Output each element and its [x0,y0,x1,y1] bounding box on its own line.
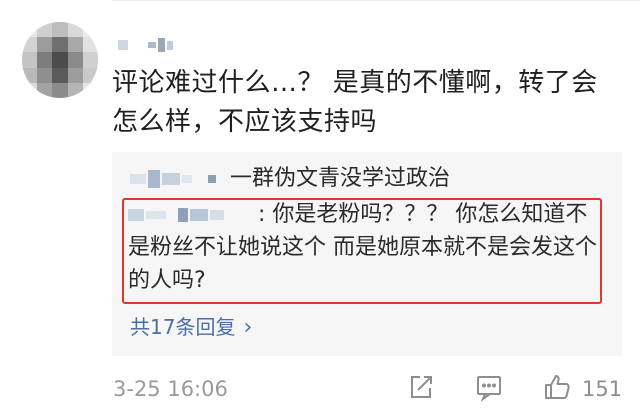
like-thumb-icon[interactable] [542,372,572,402]
chevron-right-icon: › [243,315,253,340]
more-replies-link[interactable]: 共17条回复 › [130,313,252,342]
share-icon[interactable] [406,372,436,402]
timestamp: 3-25 16:06 [113,377,228,401]
highlighted-reply: : 你是老粉吗？？？ 你怎么知道不是粉丝不让她说这个 而是她原本就不是会发这个的… [128,198,598,297]
avatar[interactable] [22,22,98,98]
comment-text: 评论难过什么…？ 是真的不懂啊，转了会怎么样，不应该支持吗 [112,68,598,137]
reply-text: 一群伪文青没学过政治 [230,166,451,191]
top-divider [112,0,640,1]
username-mosaic[interactable] [118,38,173,52]
reply-username-mosaic[interactable] [130,170,216,188]
more-replies-label: 共17条回复 [130,315,236,339]
reply-comment-icon[interactable] [474,372,504,402]
like-count: 151 [582,377,623,401]
